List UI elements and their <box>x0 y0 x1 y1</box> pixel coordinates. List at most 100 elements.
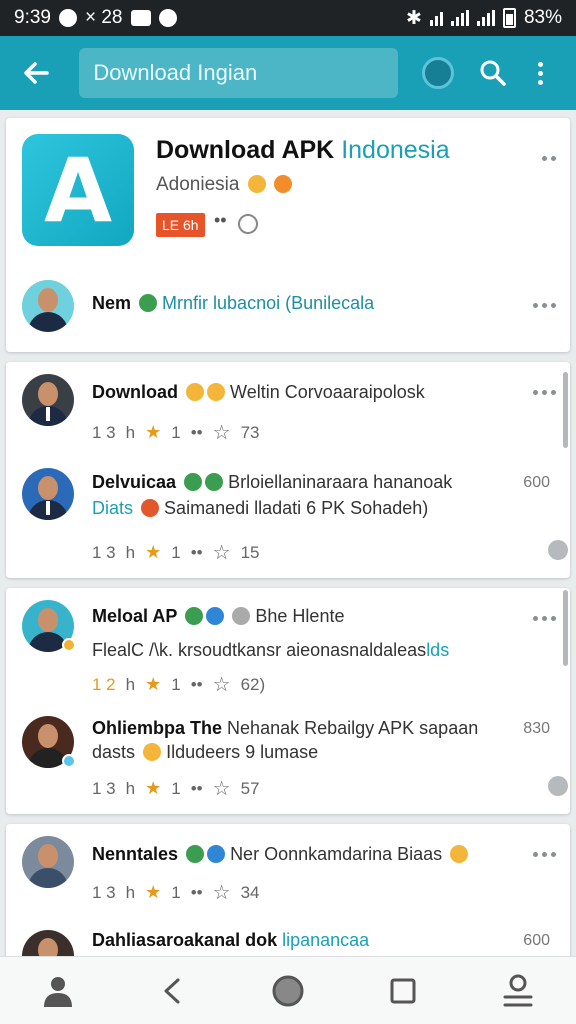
chevron-left-icon <box>164 978 180 1003</box>
star-filled-icon[interactable]: ★ <box>145 882 161 903</box>
nav-recents-button[interactable] <box>379 967 427 1015</box>
post-header: Ohliembpa The Nehanak Rebailgy APK sapaa… <box>92 718 479 738</box>
star-filled-icon[interactable]: ★ <box>145 778 161 799</box>
post-stats: 1 3 h ★ 1 •• ☆ 57 <box>92 776 260 801</box>
post-header: Dahliasaroakanal dok lipanancaa <box>92 930 370 950</box>
app-subtitle: Adoniesia <box>156 174 293 196</box>
avatar[interactable] <box>22 468 74 520</box>
post-count: 600 <box>523 474 550 491</box>
status-bar: 9:39 × 28 ✱ 83% <box>0 0 576 36</box>
person-icon <box>503 974 533 1006</box>
nav-profile-button[interactable] <box>494 967 542 1015</box>
status-extra: × 28 <box>84 7 123 28</box>
battery-icon <box>502 8 516 28</box>
square-icon <box>390 978 416 1003</box>
status-time: 9:39 <box>14 7 51 28</box>
star-outline-icon[interactable]: ☆ <box>213 540 231 565</box>
post-more-button[interactable] <box>533 852 556 857</box>
back-button[interactable] <box>16 53 55 93</box>
nav-home-button[interactable] <box>34 967 82 1015</box>
emoji-icon <box>141 499 160 517</box>
arrow-left-icon <box>23 62 49 84</box>
post-stats: 1 2 h ★ 1 •• ☆ 62) <box>92 672 266 697</box>
app-card-more-button[interactable] <box>542 156 556 161</box>
post-text: Diats Saimanedi lladati 6 PK Sohadeh) <box>92 498 429 518</box>
bluetooth-icon: ✱ <box>406 7 422 29</box>
app-card[interactable]: A Download APK Indonesia Adoniesia LE 6h… <box>6 118 570 352</box>
avatar[interactable] <box>22 280 74 332</box>
post-card: Download Weltin Corvoaaraipolosk 1 3 h ★… <box>6 362 570 578</box>
verified-icon <box>206 607 225 625</box>
scan-icon <box>421 57 454 89</box>
scroll-indicator <box>548 776 568 796</box>
home-person-icon <box>43 976 72 1007</box>
bottom-navigation <box>0 956 576 1024</box>
verified-icon <box>184 473 203 491</box>
news-line[interactable]: Nem Mrnfir lubacnoi (Bunilecala <box>92 293 374 314</box>
post-card: Meloal AP Bhe Hlente FlealC /\k. krsoudt… <box>6 588 570 814</box>
app-meta: •• <box>214 210 227 230</box>
star-outline-icon[interactable]: ☆ <box>213 672 231 697</box>
search-button[interactable] <box>473 53 512 93</box>
status-badge: LE 6h <box>156 213 205 237</box>
scrollbar[interactable] <box>563 372 568 448</box>
emoji-icon <box>247 175 266 193</box>
scroll-indicator <box>548 540 568 560</box>
post-stats: 1 3 h ★ 1 •• ☆ 73 <box>92 420 260 445</box>
chat-icon <box>232 607 251 625</box>
overflow-menu-button[interactable] <box>521 53 560 93</box>
search-input[interactable]: Download Ingian <box>79 48 399 98</box>
avatar[interactable] <box>22 836 74 888</box>
verified-icon <box>185 607 204 625</box>
star-filled-icon[interactable]: ★ <box>145 422 161 443</box>
scan-button[interactable] <box>418 53 457 93</box>
star-outline-icon[interactable]: ☆ <box>213 880 231 905</box>
image-notification-icon <box>130 10 151 26</box>
verified-icon <box>205 473 224 491</box>
nav-back-button[interactable] <box>149 967 197 1015</box>
app-bar: Download Ingian <box>0 36 576 110</box>
clock-icon <box>238 214 258 234</box>
search-icon <box>480 60 506 86</box>
star-outline-icon[interactable]: ☆ <box>213 420 231 445</box>
signal-icon <box>450 10 469 26</box>
signal-2-icon <box>476 10 495 26</box>
post-stats: 1 3 h ★ 1 •• ☆ 34 <box>92 880 260 905</box>
nav-main-button[interactable] <box>264 967 312 1015</box>
battery-percent: 83% <box>523 7 562 28</box>
post-header: Delvuicaa Brloiellaninaraara hananoak <box>92 472 453 492</box>
emoji-icon <box>450 845 469 863</box>
notification-icon <box>58 9 77 27</box>
star-filled-icon[interactable]: ★ <box>145 542 161 563</box>
post-card: Nenntales Ner Oonnkamdarina Biaas 1 3 h … <box>6 824 570 982</box>
post-header: Meloal AP Bhe Hlente <box>92 606 345 626</box>
status-dot-icon <box>62 754 76 768</box>
status-left: 9:39 × 28 <box>14 7 177 29</box>
post-stats: 1 3 h ★ 1 •• ☆ 15 <box>92 540 260 565</box>
post-text: dasts Ildudeers 9 lumase <box>92 742 319 762</box>
verified-icon <box>139 294 158 312</box>
post-count: 600 <box>523 932 550 949</box>
news-more-button[interactable] <box>533 303 556 308</box>
app-notification-icon <box>158 9 177 27</box>
post-header: Download Weltin Corvoaaraipolosk <box>92 382 425 402</box>
scrollbar[interactable] <box>563 590 568 666</box>
more-vert-icon <box>537 61 543 85</box>
post-more-button[interactable] <box>533 616 556 621</box>
post-more-button[interactable] <box>533 390 556 395</box>
avatar-image <box>22 280 74 332</box>
star-outline-icon[interactable]: ☆ <box>213 776 231 801</box>
star-filled-icon[interactable]: ★ <box>145 674 161 695</box>
status-right: ✱ 83% <box>406 7 562 30</box>
post-text: FlealC /\k. krsoudtkansr aieonasnaldalea… <box>92 640 450 660</box>
avatar[interactable] <box>22 716 76 768</box>
avatar[interactable] <box>22 374 74 426</box>
wifi-icon <box>429 10 443 26</box>
app-title: Download APK Indonesia <box>156 136 450 164</box>
post-count: 830 <box>523 720 550 737</box>
app-logo: A <box>22 134 134 246</box>
verified-icon <box>207 845 226 863</box>
post-header: Nenntales Ner Oonnkamdarina Biaas <box>92 844 469 865</box>
emoji-2-icon <box>274 175 293 193</box>
avatar[interactable] <box>22 600 76 652</box>
